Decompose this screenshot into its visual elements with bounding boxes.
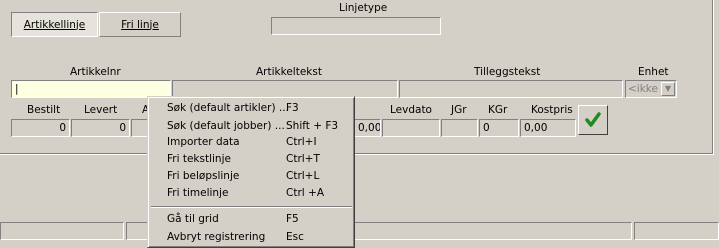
enhet-select[interactable]: <ikke ▼ [625,80,677,98]
tab-free-line[interactable]: Fri linje [99,12,181,37]
menu-item-shortcut: Ctrl+T [286,153,320,165]
kostpris-label: Kostpris [531,104,573,116]
kgr-label: KGr [488,104,508,116]
menu-item-label: Gå til grid [167,213,219,225]
artikkelnr-label: Artikkelnr [70,66,121,78]
menu-item-label: Avbryt registrering [167,231,266,243]
bestilt-input[interactable]: 0 [11,119,70,137]
menu-item-free-amount-line[interactable]: Fri beløpslinje Ctrl+L [167,168,352,184]
status-bar [0,222,719,240]
context-menu: Søk (default artikler) ... F3 Søk (defau… [147,96,355,248]
menu-item-shortcut: F5 [286,213,299,225]
status-cell-1 [0,222,124,240]
menu-item-label: Fri tekstlinje [167,153,231,165]
levdato-label: Levdato [390,104,432,116]
menu-item-go-to-grid[interactable]: Gå til grid F5 [167,211,352,227]
menu-item-shortcut: Shift + F3 [286,120,339,132]
menu-item-label: Importer data [167,136,240,148]
levert-label: Levert [84,104,118,116]
tab-article-line-label: Artikkellinje [23,18,86,31]
linetype-label: Linjetype [339,2,388,14]
menu-item-free-text-line[interactable]: Fri tekstlinje Ctrl+T [167,151,352,167]
levert-input[interactable]: 0 [71,119,130,137]
linetype-field [271,17,441,35]
enhet-select-value: <ikke [628,83,658,95]
jgr-input[interactable] [441,119,478,137]
tab-article-line[interactable]: Artikkellinje [11,12,98,37]
triangle-down-icon[interactable]: ▼ [661,82,675,96]
levdato-input[interactable] [382,119,440,137]
tab-free-line-label: Fri linje [121,18,159,31]
menu-item-free-time-line[interactable]: Fri timelinje Ctrl +A [167,185,352,201]
menu-item-import-data[interactable]: Importer data Ctrl+I [167,134,352,150]
menu-item-shortcut: Esc [286,231,304,243]
menu-item-shortcut: Ctrl +A [286,187,325,199]
menu-item-search-jobs[interactable]: Søk (default jobber) ... Shift + F3 [167,118,352,134]
tilleggstekst-input[interactable] [399,80,623,98]
status-cell-3 [634,222,719,240]
tilleggstekst-label: Tilleggstekst [474,66,541,78]
artikkeltekst-label: Artikkeltekst [256,66,322,78]
menu-item-label: Fri beløpslinje [167,170,240,182]
menu-separator [151,206,352,208]
menu-item-shortcut: F3 [286,102,299,114]
confirm-button[interactable] [578,105,608,135]
menu-item-cancel-registration[interactable]: Avbryt registrering Esc [167,229,352,245]
menu-item-search-articles[interactable]: Søk (default artikler) ... F3 [167,100,352,116]
menu-item-shortcut: Ctrl+L [286,170,320,182]
jgr-label: JGr [451,104,467,116]
bestilt-label: Bestilt [27,104,61,116]
menu-item-label: Søk (default jobber) ... [167,120,285,132]
menu-item-shortcut: Ctrl+I [286,136,317,148]
menu-item-label: Fri timelinje [167,187,229,199]
kostpris-input[interactable]: 0,00 [520,119,576,137]
price-input[interactable]: 0,00 [354,119,381,137]
green-check-icon [585,112,601,127]
kgr-input[interactable]: 0 [479,119,519,137]
enhet-label: Enhet [638,66,669,78]
menu-item-label: Søk (default artikler) ... [167,102,289,114]
